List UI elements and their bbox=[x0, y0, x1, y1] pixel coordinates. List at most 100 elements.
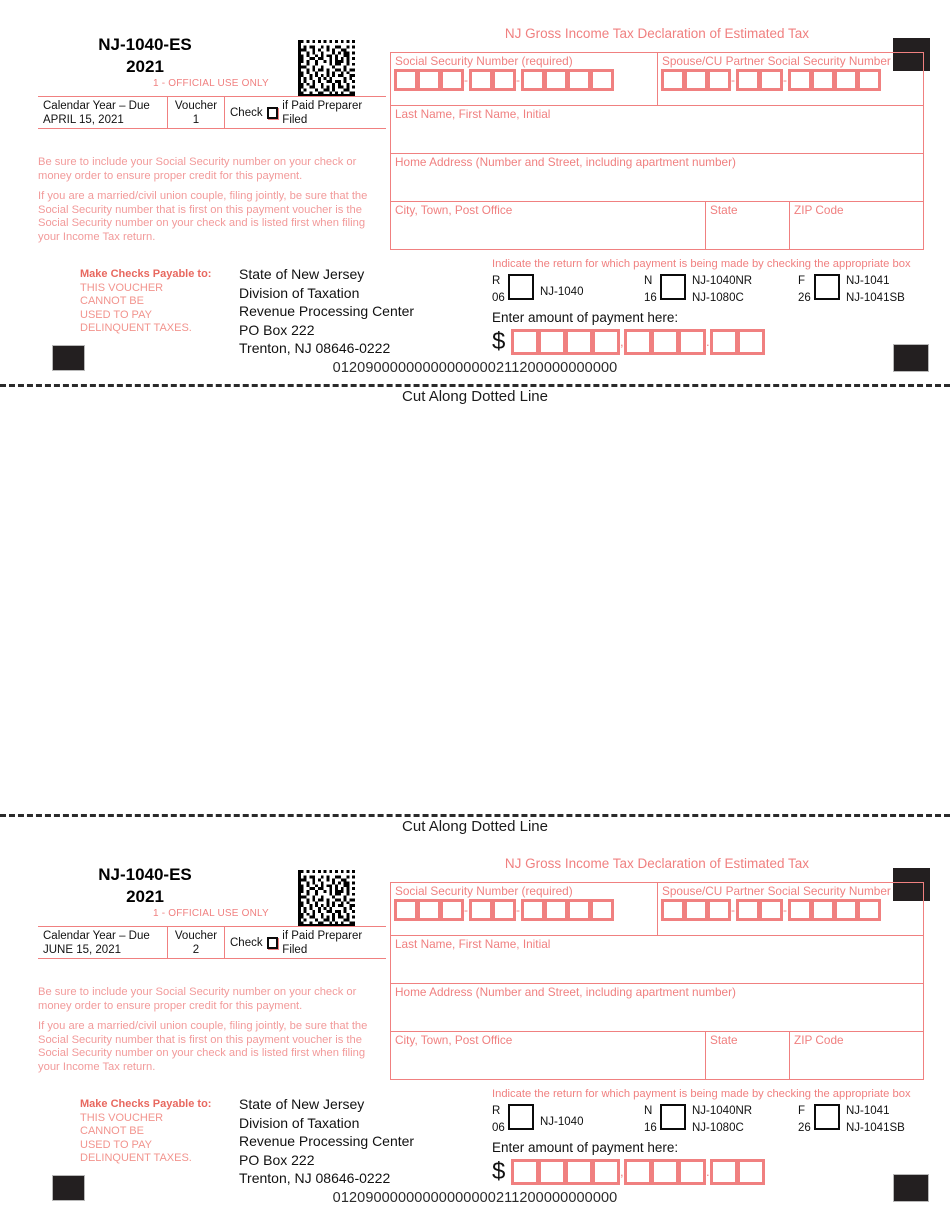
return-option-n[interactable]: N 16 NJ-1040NR NJ-1080C bbox=[644, 1103, 752, 1137]
amount-digit[interactable] bbox=[737, 329, 766, 355]
return-checkbox-f[interactable] bbox=[814, 274, 840, 300]
paid-preparer-checkbox[interactable] bbox=[266, 936, 279, 949]
ssn-digit[interactable] bbox=[521, 69, 545, 91]
spouse-ssn-digit[interactable] bbox=[788, 899, 812, 921]
amount-digit[interactable] bbox=[592, 329, 621, 355]
spouse-ssn-digit[interactable] bbox=[811, 899, 835, 921]
ssn-digit[interactable] bbox=[544, 69, 568, 91]
spouse-ssn-digit[interactable] bbox=[707, 69, 731, 91]
spouse-ssn-digit[interactable] bbox=[684, 69, 708, 91]
amount-digit[interactable] bbox=[624, 329, 653, 355]
ssn-digit[interactable] bbox=[417, 69, 441, 91]
ssn-area-digits[interactable] bbox=[394, 69, 464, 91]
zip-field[interactable]: ZIP Code bbox=[790, 1032, 924, 1080]
amount-cents-group[interactable] bbox=[710, 1159, 766, 1185]
amount-digit[interactable] bbox=[678, 329, 707, 355]
ssn-digit[interactable] bbox=[590, 899, 614, 921]
ssn-digit[interactable] bbox=[544, 899, 568, 921]
return-option-r[interactable]: R 06 NJ-1040 bbox=[492, 1103, 583, 1137]
amount-thousands-group[interactable] bbox=[511, 329, 621, 355]
amount-digit[interactable] bbox=[538, 329, 567, 355]
state-field[interactable]: State bbox=[706, 1032, 790, 1080]
ssn-digit[interactable] bbox=[492, 69, 516, 91]
amount-digit[interactable] bbox=[624, 1159, 653, 1185]
spouse-ssn-digit[interactable] bbox=[661, 69, 685, 91]
return-option-f[interactable]: F 26 NJ-1041 NJ-1041SB bbox=[798, 1103, 905, 1137]
spouse-ssn-digit[interactable] bbox=[736, 69, 760, 91]
return-checkbox-n[interactable] bbox=[660, 274, 686, 300]
spouse-ssn-input[interactable]: - - bbox=[658, 899, 923, 921]
return-checkbox-r[interactable] bbox=[508, 1104, 534, 1130]
amount-digit[interactable] bbox=[651, 329, 680, 355]
ssn-group-digits[interactable] bbox=[469, 69, 516, 91]
payment-amount-input[interactable]: $ , . bbox=[492, 1154, 766, 1190]
spouse-ssn-digit[interactable] bbox=[857, 69, 881, 91]
ssn-group-digits[interactable] bbox=[469, 899, 516, 921]
ssn-digit[interactable] bbox=[590, 69, 614, 91]
ssn-digit[interactable] bbox=[567, 899, 591, 921]
ssn-digit[interactable] bbox=[492, 899, 516, 921]
zip-field[interactable]: ZIP Code bbox=[790, 202, 924, 250]
amount-units-group[interactable] bbox=[624, 329, 707, 355]
spouse-ssn-digit[interactable] bbox=[759, 899, 783, 921]
amount-digit[interactable] bbox=[678, 1159, 707, 1185]
return-option-n[interactable]: N 16 NJ-1040NR NJ-1080C bbox=[644, 273, 752, 307]
city-field[interactable]: City, Town, Post Office bbox=[390, 202, 706, 250]
ssn-digit[interactable] bbox=[440, 69, 464, 91]
ssn-input[interactable]: - - bbox=[391, 899, 657, 921]
amount-units-group[interactable] bbox=[624, 1159, 707, 1185]
amount-digit[interactable] bbox=[651, 1159, 680, 1185]
spouse-ssn-group-digits[interactable] bbox=[736, 69, 783, 91]
return-option-f[interactable]: F 26 NJ-1041 NJ-1041SB bbox=[798, 273, 905, 307]
amount-digit[interactable] bbox=[737, 1159, 766, 1185]
spouse-ssn-serial-digits[interactable] bbox=[788, 69, 881, 91]
spouse-ssn-digit[interactable] bbox=[707, 899, 731, 921]
amount-cents-group[interactable] bbox=[710, 329, 766, 355]
ssn-serial-digits[interactable] bbox=[521, 69, 614, 91]
amount-digit[interactable] bbox=[511, 1159, 540, 1185]
amount-thousands-group[interactable] bbox=[511, 1159, 621, 1185]
spouse-ssn-group-digits[interactable] bbox=[736, 899, 783, 921]
spouse-ssn-input[interactable]: - - bbox=[658, 69, 923, 91]
spouse-ssn-area-digits[interactable] bbox=[661, 69, 731, 91]
ssn-digit[interactable] bbox=[469, 69, 493, 91]
paid-preparer-checkbox[interactable] bbox=[266, 106, 279, 119]
return-checkbox-n[interactable] bbox=[660, 1104, 686, 1130]
ssn-digit[interactable] bbox=[394, 69, 418, 91]
ssn-digit[interactable] bbox=[440, 899, 464, 921]
ssn-input[interactable]: - - bbox=[391, 69, 657, 91]
payment-amount-input[interactable]: $ , . bbox=[492, 324, 766, 360]
name-field[interactable]: Last Name, First Name, Initial bbox=[390, 936, 924, 984]
spouse-ssn-digit[interactable] bbox=[834, 899, 858, 921]
ssn-serial-digits[interactable] bbox=[521, 899, 614, 921]
spouse-ssn-digit[interactable] bbox=[857, 899, 881, 921]
state-field[interactable]: State bbox=[706, 202, 790, 250]
spouse-ssn-area-digits[interactable] bbox=[661, 899, 731, 921]
amount-digit[interactable] bbox=[565, 1159, 594, 1185]
amount-digit[interactable] bbox=[710, 329, 739, 355]
ssn-digit[interactable] bbox=[394, 899, 418, 921]
spouse-ssn-digit[interactable] bbox=[811, 69, 835, 91]
ssn-area-digits[interactable] bbox=[394, 899, 464, 921]
return-checkbox-r[interactable] bbox=[508, 274, 534, 300]
spouse-ssn-digit[interactable] bbox=[834, 69, 858, 91]
amount-digit[interactable] bbox=[710, 1159, 739, 1185]
spouse-ssn-serial-digits[interactable] bbox=[788, 899, 881, 921]
amount-digit[interactable] bbox=[511, 329, 540, 355]
ssn-digit[interactable] bbox=[521, 899, 545, 921]
city-field[interactable]: City, Town, Post Office bbox=[390, 1032, 706, 1080]
spouse-ssn-digit[interactable] bbox=[788, 69, 812, 91]
spouse-ssn-digit[interactable] bbox=[661, 899, 685, 921]
return-option-r[interactable]: R 06 NJ-1040 bbox=[492, 273, 583, 307]
return-checkbox-f[interactable] bbox=[814, 1104, 840, 1130]
ssn-digit[interactable] bbox=[469, 899, 493, 921]
address-field[interactable]: Home Address (Number and Street, includi… bbox=[390, 154, 924, 202]
amount-digit[interactable] bbox=[565, 329, 594, 355]
name-field[interactable]: Last Name, First Name, Initial bbox=[390, 106, 924, 154]
spouse-ssn-digit[interactable] bbox=[684, 899, 708, 921]
ssn-digit[interactable] bbox=[567, 69, 591, 91]
amount-digit[interactable] bbox=[592, 1159, 621, 1185]
spouse-ssn-digit[interactable] bbox=[736, 899, 760, 921]
amount-digit[interactable] bbox=[538, 1159, 567, 1185]
ssn-digit[interactable] bbox=[417, 899, 441, 921]
